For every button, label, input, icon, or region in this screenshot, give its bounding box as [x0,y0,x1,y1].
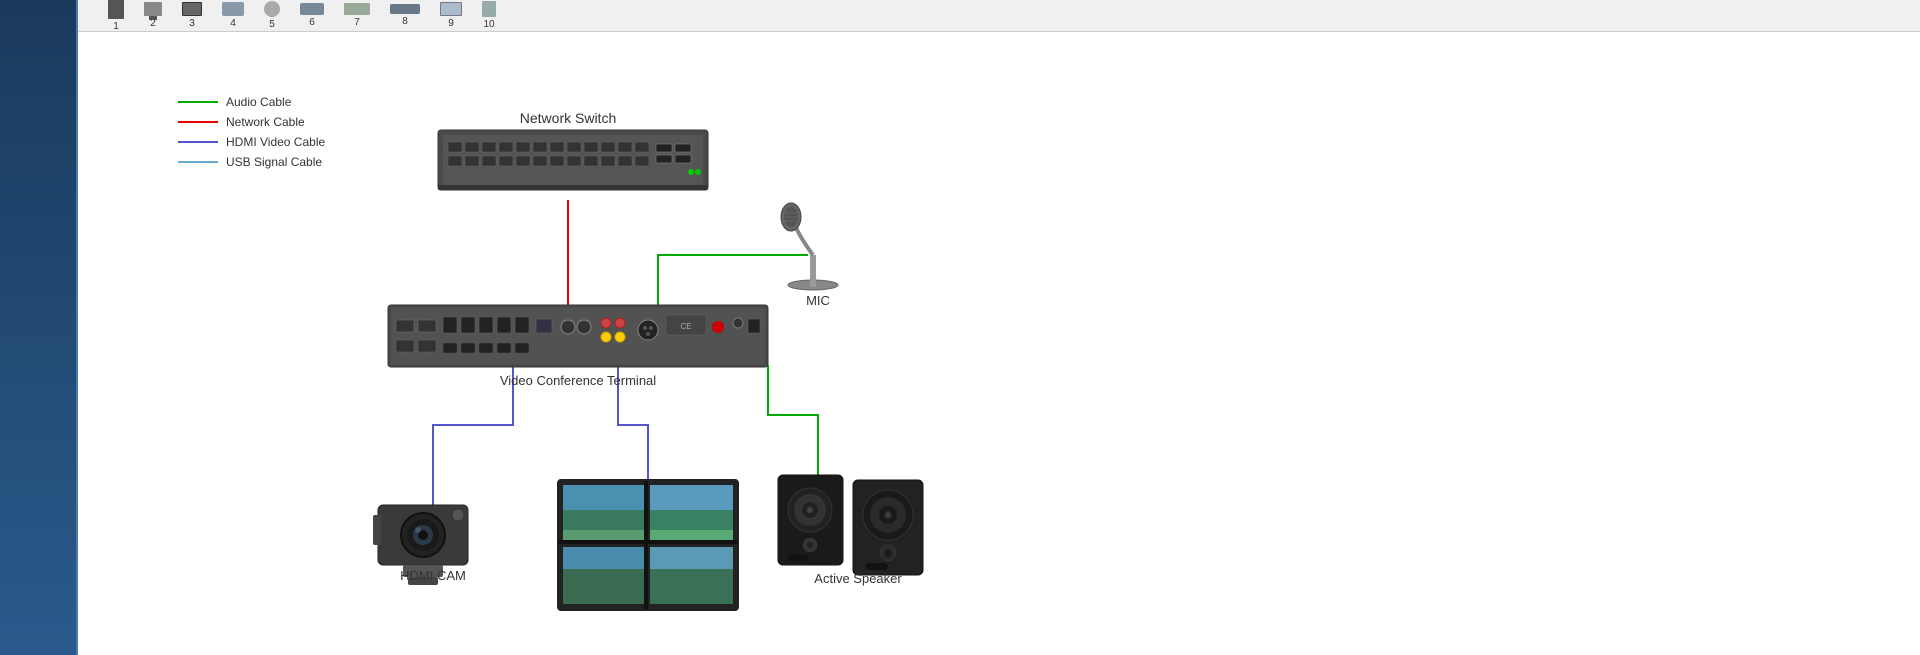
thumbnail-5[interactable]: 5 [264,1,280,30]
mic-label: MIC [806,293,830,308]
speaker-icon [778,475,923,575]
usb-cable-line [178,161,218,163]
thumbnail-2[interactable]: 2 [144,2,162,29]
speaker-label: Active Speaker [814,571,902,586]
mic-icon [781,203,838,290]
thumbnail-7[interactable]: 7 [344,3,370,28]
network-switch-icon [438,130,708,190]
svg-text:CE: CE [680,322,691,331]
main-content: 1 2 3 4 5 6 [78,0,1920,655]
thumbnail-6[interactable]: 6 [300,3,324,28]
thumbnail-4[interactable]: 4 [222,2,244,29]
thumbnail-8[interactable]: 8 [390,4,420,27]
thumbnail-items: 1 2 3 4 5 6 [88,0,516,31]
thumbnail-3[interactable]: 3 [182,2,202,29]
display-icon [558,480,738,610]
hdmi-cable-line [178,141,218,143]
vct-label: Video Conference Terminal [500,373,656,388]
network-switch-label: Network Switch [520,110,616,126]
thumbnail-9[interactable]: 9 [440,2,462,29]
vct-icon: CE [388,305,768,367]
left-sidebar [0,0,78,655]
network-cable-line [178,121,218,123]
thumbnail-bar: 1 2 3 4 5 6 [78,0,1920,32]
audio-cable-line [178,101,218,103]
camera-label: HDMI CAM [400,568,466,583]
diagram-svg: Network Switch MIC [258,35,1558,645]
thumbnail-1[interactable]: 1 [108,0,124,32]
thumbnail-10[interactable]: 10 [482,1,496,30]
